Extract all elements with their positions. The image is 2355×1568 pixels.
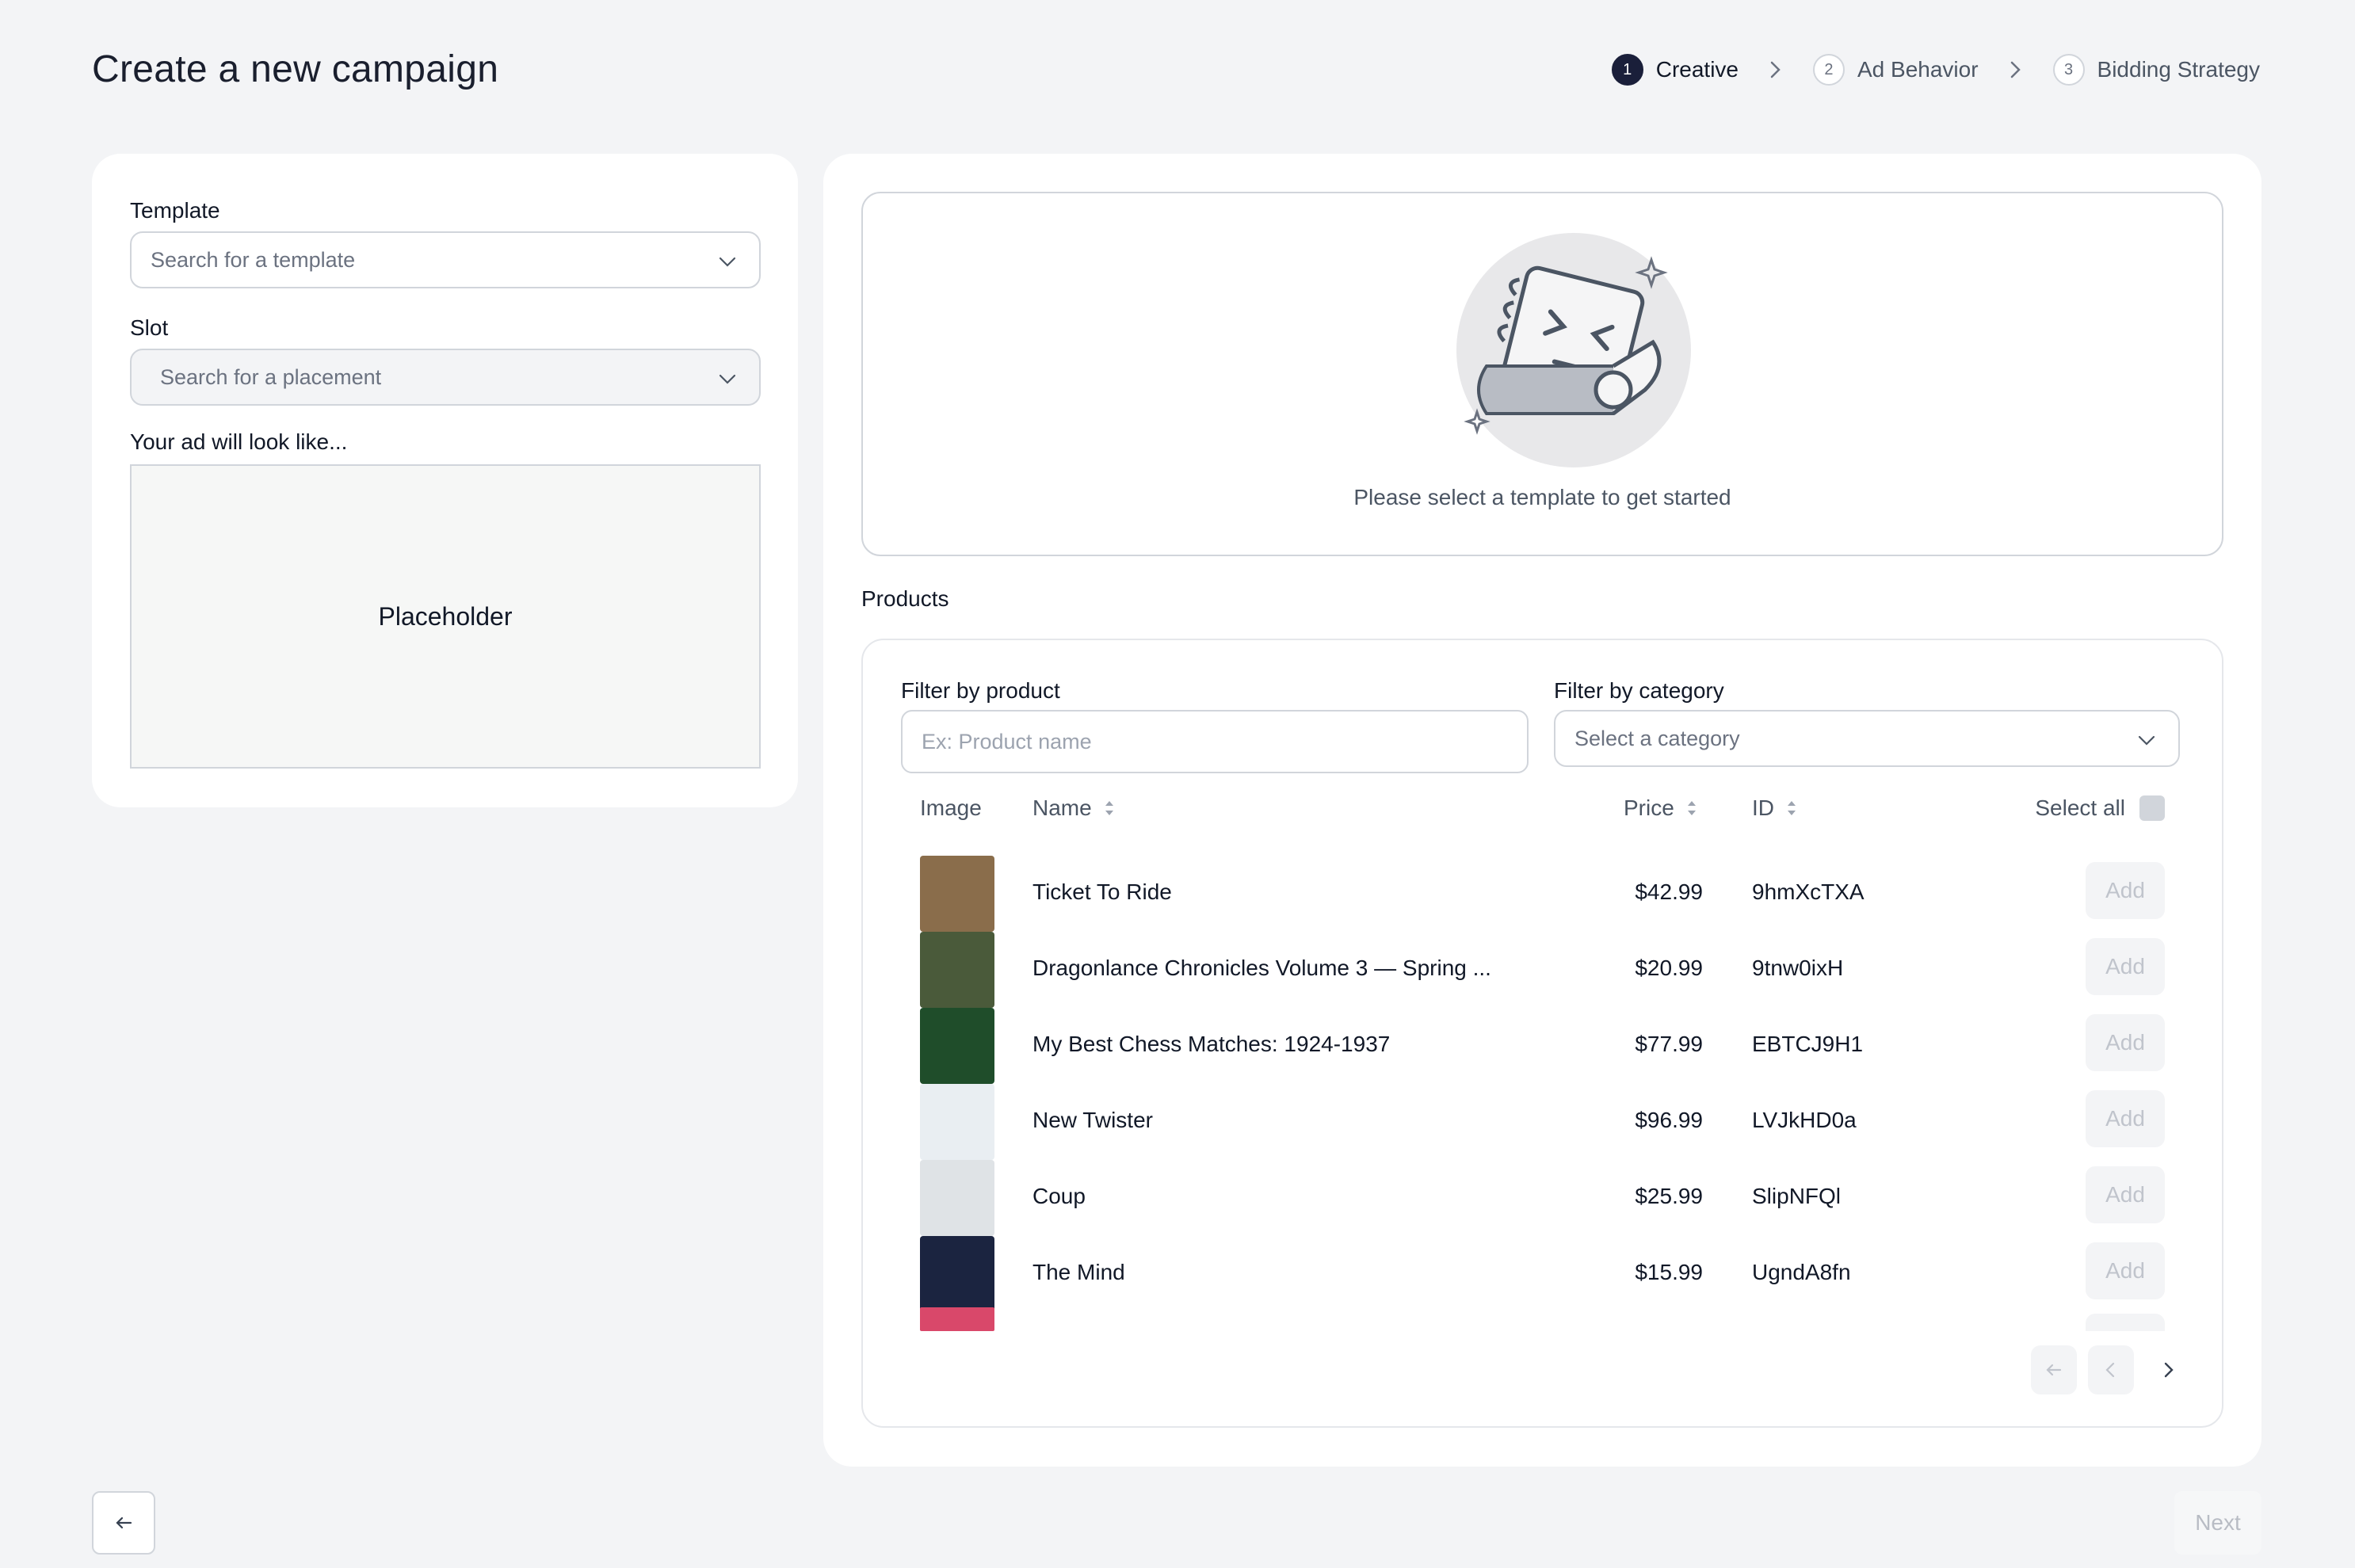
product-id: 9tnw0ixH xyxy=(1752,956,1844,980)
filter-category-label: Filter by category xyxy=(1554,678,1724,703)
template-empty-state: Please select a template to get started xyxy=(861,192,2223,556)
add-product-button[interactable]: Add xyxy=(2086,862,2165,919)
product-id: SlipNFQl xyxy=(1752,1184,1842,1208)
step-number: 1 xyxy=(1611,54,1643,86)
table-row: The Mind $15.99 UgndA8fn Add xyxy=(863,1236,2222,1312)
next-button[interactable]: Next xyxy=(2174,1491,2261,1555)
step-ad-behavior[interactable]: 2 Ad Behavior xyxy=(1812,54,1979,86)
empty-state-text: Please select a template to get started xyxy=(1353,485,1731,509)
product-name: Dragonlance Chronicles Volume 3 — Spring… xyxy=(1032,956,1491,980)
filter-category-select[interactable]: Select a category xyxy=(1554,710,2180,767)
column-header-price[interactable]: Price xyxy=(1624,795,1698,821)
chevron-down-icon xyxy=(2138,735,2155,746)
step-label: Ad Behavior xyxy=(1857,57,1979,82)
product-thumbnail xyxy=(920,932,994,1008)
template-select[interactable]: Search for a template xyxy=(130,231,761,288)
product-name: Coup xyxy=(1032,1184,1086,1208)
step-creative[interactable]: 1 Creative xyxy=(1611,54,1739,86)
filter-product-input[interactable]: Ex: Product name xyxy=(901,710,1529,773)
step-label: Creative xyxy=(1655,57,1739,82)
chevron-right-icon xyxy=(2007,58,2025,82)
sort-icon[interactable] xyxy=(1785,798,1798,818)
column-header-id[interactable]: ID xyxy=(1752,795,1798,821)
products-table-card: Filter by product Ex: Product name Filte… xyxy=(861,639,2223,1428)
product-id: 9hmXcTXA xyxy=(1752,879,1865,904)
product-thumbnail xyxy=(920,1160,994,1236)
table-row: New Twister $96.99 LVJkHD0a Add xyxy=(863,1084,2222,1160)
select-all[interactable]: Select all xyxy=(2035,795,2165,821)
product-name: Ticket To Ride xyxy=(1032,879,1172,904)
product-id: LVJkHD0a xyxy=(1752,1108,1857,1132)
table-row: Ticket To Ride $42.99 9hmXcTXA Add xyxy=(863,856,2222,932)
table-row: My Best Chess Matches: 1924-1937 $77.99 … xyxy=(863,1008,2222,1084)
page-title: Create a new campaign xyxy=(92,48,499,90)
arrow-left-icon xyxy=(2046,1364,2062,1376)
product-name: My Best Chess Matches: 1924-1937 xyxy=(1032,1032,1391,1056)
product-thumbnail xyxy=(920,1084,994,1160)
filter-product-label: Filter by product xyxy=(901,678,1060,703)
add-product-button[interactable]: Add xyxy=(2086,1242,2165,1299)
product-price: $42.99 xyxy=(1635,879,1703,904)
preview-placeholder-text: Placeholder xyxy=(378,601,513,631)
add-button-partial xyxy=(2086,1314,2165,1331)
step-number: 2 xyxy=(1812,54,1845,86)
template-placeholder: Search for a template xyxy=(151,247,356,272)
add-product-button[interactable]: Add xyxy=(2086,1090,2165,1147)
product-price: $20.99 xyxy=(1635,956,1703,980)
select-all-checkbox[interactable] xyxy=(2139,795,2165,821)
product-price: $96.99 xyxy=(1635,1108,1703,1132)
back-button[interactable] xyxy=(92,1491,155,1555)
product-thumbnail xyxy=(920,856,994,932)
creative-settings-panel: Template Search for a template Slot Sear… xyxy=(92,154,798,807)
table-row: Dragonlance Chronicles Volume 3 — Spring… xyxy=(863,932,2222,1008)
product-id: UgndA8fn xyxy=(1752,1260,1851,1284)
product-id: EBTCJ9H1 xyxy=(1752,1032,1864,1056)
arrow-left-icon xyxy=(116,1516,132,1529)
previous-page-button[interactable] xyxy=(2088,1345,2134,1394)
product-thumbnail-partial xyxy=(920,1307,994,1331)
sort-icon[interactable] xyxy=(1685,798,1698,818)
notebook-illustration-icon xyxy=(1456,233,1691,467)
chevron-left-icon xyxy=(2105,1362,2115,1378)
product-thumbnail xyxy=(920,1008,994,1084)
slot-label: Slot xyxy=(130,315,169,340)
step-number: 3 xyxy=(2052,54,2085,86)
column-header-image: Image xyxy=(920,795,982,820)
add-product-button[interactable]: Add xyxy=(2086,1014,2165,1071)
template-label: Template xyxy=(130,198,220,223)
products-label: Products xyxy=(861,586,949,611)
add-product-button[interactable]: Add xyxy=(2086,1166,2165,1223)
product-price: $25.99 xyxy=(1635,1184,1703,1208)
filter-category-placeholder: Select a category xyxy=(1574,726,1740,750)
slot-select[interactable]: Search for a placement xyxy=(130,349,761,406)
ad-preview: Placeholder xyxy=(130,464,761,769)
filter-product-placeholder: Ex: Product name xyxy=(922,729,1092,753)
preview-label: Your ad will look like... xyxy=(130,429,348,454)
add-product-button[interactable]: Add xyxy=(2086,938,2165,995)
table-row: Coup $25.99 SlipNFQl Add xyxy=(863,1160,2222,1236)
chevron-down-icon xyxy=(719,374,736,384)
chevron-right-icon xyxy=(1767,58,1784,82)
step-bidding-strategy[interactable]: 3 Bidding Strategy xyxy=(2052,54,2260,86)
product-price: $15.99 xyxy=(1635,1260,1703,1284)
chevron-right-icon xyxy=(2164,1362,2174,1378)
column-header-name[interactable]: Name xyxy=(1032,795,1116,821)
product-price: $77.99 xyxy=(1635,1032,1703,1056)
first-page-button[interactable] xyxy=(2031,1345,2077,1394)
product-name: New Twister xyxy=(1032,1108,1153,1132)
products-panel: Please select a template to get started … xyxy=(823,154,2261,1467)
step-label: Bidding Strategy xyxy=(2097,57,2260,82)
product-name: The Mind xyxy=(1032,1260,1125,1284)
sort-icon[interactable] xyxy=(1103,798,1116,818)
slot-placeholder: Search for a placement xyxy=(160,364,382,389)
chevron-down-icon xyxy=(719,257,736,267)
product-thumbnail xyxy=(920,1236,994,1312)
next-page-button[interactable] xyxy=(2145,1345,2191,1394)
stepper: 1 Creative 2 Ad Behavior 3 Bidding Strat… xyxy=(1611,54,2260,86)
